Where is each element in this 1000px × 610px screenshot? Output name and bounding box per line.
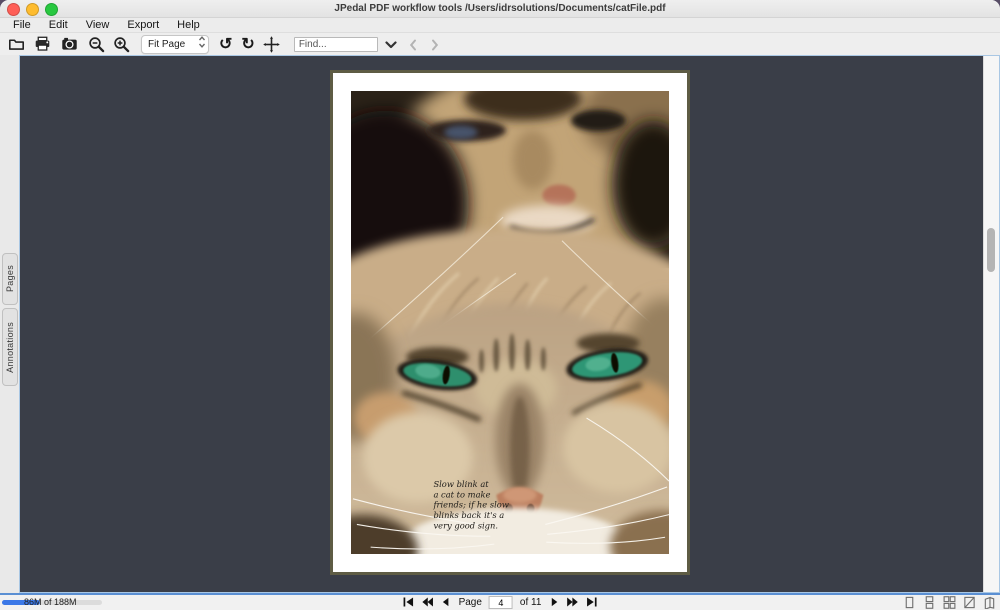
memory-indicator: 86M of 188M <box>2 595 112 610</box>
next-result-button[interactable] <box>431 35 439 54</box>
print-button[interactable] <box>34 35 51 54</box>
next-page-button[interactable] <box>548 597 559 608</box>
minimize-button[interactable] <box>26 3 39 16</box>
zoom-mode-value: Fit Page <box>148 39 185 50</box>
rotate-cw-icon: ↻ <box>241 35 254 54</box>
continuous-facing-icon <box>943 596 956 610</box>
pan-move-icon <box>263 36 280 53</box>
zoom-in-icon <box>113 36 130 53</box>
last-page-button[interactable] <box>585 597 597 608</box>
facing-icon <box>963 596 976 610</box>
memory-text: 86M of 188M <box>24 597 77 607</box>
single-page-mode-button[interactable] <box>903 596 916 610</box>
menu-export[interactable]: Export <box>118 18 168 32</box>
page-navigation: Page of 11 <box>403 595 598 610</box>
layout-mode-buttons <box>903 596 996 610</box>
sidebar-tab-annotations-label: Annotations <box>5 322 15 373</box>
pageflow-icon <box>983 596 996 610</box>
next-page-icon <box>548 595 559 610</box>
rotate-right-button[interactable]: ↻ <box>241 35 254 54</box>
sidebar-tab-pages[interactable]: Pages <box>2 253 18 305</box>
previous-result-button[interactable] <box>409 35 417 54</box>
continuous-mode-button[interactable] <box>923 596 936 610</box>
page-label: Page <box>459 597 482 608</box>
chevron-right-icon <box>431 39 439 51</box>
sidebar-tab-pages-label: Pages <box>5 265 15 292</box>
facing-mode-button[interactable] <box>963 596 976 610</box>
menu-edit[interactable]: Edit <box>40 18 77 32</box>
title-bar: JPedal PDF workflow tools /Users/idrsolu… <box>0 0 1000 18</box>
chevron-left-icon <box>409 39 417 51</box>
status-bar: 86M of 188M Page of 11 <box>0 593 1000 610</box>
menu-view[interactable]: View <box>77 18 119 32</box>
pageflow-mode-button[interactable] <box>983 596 996 610</box>
forward-10-icon <box>566 595 578 610</box>
find-input[interactable] <box>294 37 378 52</box>
single-page-icon <box>903 596 916 610</box>
printer-icon <box>34 36 51 53</box>
chevron-down-icon <box>385 41 397 49</box>
previous-page-button[interactable] <box>441 597 452 608</box>
menu-help[interactable]: Help <box>168 18 209 32</box>
zoom-in-button[interactable] <box>113 35 130 54</box>
previous-page-icon <box>441 595 452 610</box>
pdf-page: Slow blink at a cat to make friends; if … <box>330 70 690 575</box>
first-page-button[interactable] <box>403 597 415 608</box>
continuous-icon <box>923 596 936 610</box>
window-title: JPedal PDF workflow tools /Users/idrsolu… <box>0 0 1000 17</box>
search-options-button[interactable] <box>385 35 397 54</box>
sidebar-tab-annotations[interactable]: Annotations <box>2 308 18 386</box>
cat-photo: Slow blink at a cat to make friends; if … <box>351 91 669 554</box>
back-10-button[interactable] <box>422 597 434 608</box>
page-of-label: of 11 <box>520 597 542 608</box>
close-button[interactable] <box>7 3 20 16</box>
open-folder-icon <box>8 36 25 53</box>
scrollbar-thumb[interactable] <box>987 228 995 272</box>
main-area: Pages Annotations <box>0 55 1000 593</box>
pdf-viewer[interactable]: Slow blink at a cat to make friends; if … <box>19 55 1000 593</box>
forward-10-button[interactable] <box>566 597 578 608</box>
menu-bar: File Edit View Export Help <box>0 18 1000 33</box>
zoom-out-icon <box>88 36 105 53</box>
page-number-input[interactable] <box>489 596 513 609</box>
rotate-ccw-icon: ↺ <box>219 35 232 54</box>
zoom-window-button[interactable] <box>45 3 58 16</box>
traffic-lights <box>7 3 58 16</box>
rotate-left-button[interactable]: ↺ <box>219 35 232 54</box>
app-window: JPedal PDF workflow tools /Users/idrsolu… <box>0 0 1000 610</box>
snapshot-button[interactable] <box>61 35 78 54</box>
combo-stepper-icon <box>198 35 206 54</box>
toolbar: Fit Page ↺ ↻ <box>0 33 1000 57</box>
zoom-out-button[interactable] <box>88 35 105 54</box>
open-file-button[interactable] <box>8 35 25 54</box>
menu-file[interactable]: File <box>4 18 40 32</box>
continuous-facing-mode-button[interactable] <box>943 596 956 610</box>
pan-tool-button[interactable] <box>263 35 280 54</box>
first-page-icon <box>403 595 415 610</box>
camera-snapshot-icon <box>61 36 78 53</box>
vertical-scrollbar[interactable] <box>983 56 999 592</box>
sidebar-tabstrip: Pages Annotations <box>0 55 19 593</box>
back-10-icon <box>422 595 434 610</box>
last-page-icon <box>585 595 597 610</box>
zoom-mode-select[interactable]: Fit Page <box>141 35 209 54</box>
